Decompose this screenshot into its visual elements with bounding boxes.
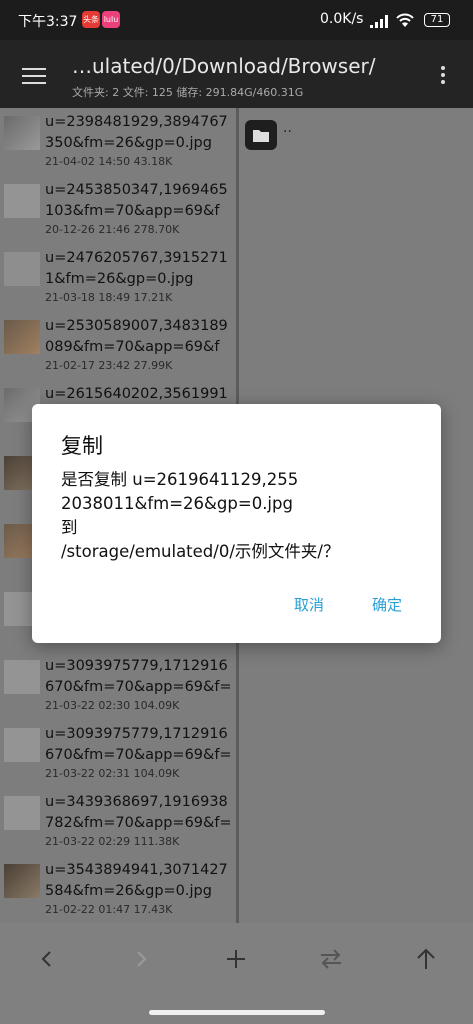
copy-dialog: 复制 是否复制 u=2619641129,255 2038011&fm=26&g…	[32, 404, 441, 643]
file-row[interactable]: u=2398481929,3894767350&fm=26&gp=0.jpg 2…	[0, 108, 236, 176]
folder-icon	[253, 130, 269, 142]
cancel-button[interactable]: 取消	[294, 594, 324, 615]
storage-stats: 文件夹: 2 文件: 125 储存: 291.84G/460.31G	[72, 86, 304, 99]
swap-panes-button[interactable]	[307, 939, 355, 979]
home-indicator[interactable]	[149, 1010, 325, 1015]
file-thumbnail	[4, 796, 40, 830]
add-icon	[227, 950, 245, 968]
file-thumbnail	[4, 728, 40, 762]
file-name: u=3439368697,1916938782&fm=70&app=69&f=J…	[45, 794, 232, 831]
swap-icon	[321, 949, 341, 969]
file-meta: 21-03-22 02:31 104.09K	[45, 767, 180, 780]
file-row[interactable]: u=3093975779,1712916670&fm=70&app=69&f=J…	[0, 652, 236, 720]
notification-app-icon: lulu	[102, 11, 120, 28]
file-meta: 21-03-22 02:29 111.38K	[45, 835, 180, 848]
file-row[interactable]: u=2453850347,1969465103&fm=70&app=69&f=……	[0, 176, 236, 244]
add-button[interactable]	[212, 939, 260, 979]
app-bar: …ulated/0/Download/Browser/ 文件夹: 2 文件: 1…	[0, 40, 473, 108]
file-row[interactable]: u=3439368697,1916938782&fm=70&app=69&f=J…	[0, 788, 236, 856]
wifi-icon	[396, 13, 414, 27]
dialog-message-line: 是否复制 u=2619641129,255	[61, 470, 299, 489]
battery-icon: 71	[424, 13, 450, 27]
back-icon	[41, 951, 51, 967]
bottom-toolbar	[0, 923, 473, 1024]
file-meta: 21-03-18 18:49 17.21K	[45, 291, 173, 304]
file-meta: 21-02-22 01:47 17.43K	[45, 903, 173, 916]
file-thumbnail	[4, 320, 40, 354]
signal-icon	[370, 15, 388, 28]
more-options-icon[interactable]	[440, 66, 446, 88]
file-thumbnail	[4, 184, 40, 218]
dialog-message-line: /storage/emulated/0/示例文件夹/？	[61, 542, 340, 561]
current-path: …ulated/0/Download/Browser/	[72, 54, 376, 78]
file-row[interactable]: u=3093975779,1712916670&fm=70&app=69&f=J…	[0, 720, 236, 788]
file-meta: 21-04-02 14:50 43.18K	[45, 155, 173, 168]
up-button[interactable]	[402, 939, 450, 979]
file-thumbnail	[4, 864, 40, 898]
file-meta: 21-03-22 02:30 104.09K	[45, 699, 180, 712]
file-row[interactable]: u=3543894941,3071427584&fm=26&gp=0.jpg 2…	[0, 856, 236, 923]
file-name: u=3543894941,3071427584&fm=26&gp=0.jpg	[45, 862, 228, 899]
file-row[interactable]: u=2476205767,3915271 1&fm=26&gp=0.jpg 21…	[0, 244, 236, 312]
file-thumbnail	[4, 116, 40, 150]
back-button[interactable]	[23, 939, 71, 979]
file-name: u=2398481929,3894767350&fm=26&gp=0.jpg	[45, 114, 228, 151]
dialog-message: 是否复制 u=2619641129,255 2038011&fm=26&gp=0…	[61, 468, 421, 564]
notification-app-icon: 头条	[82, 11, 100, 28]
file-row[interactable]: u=2530589007,3483189089&fm=70&app=69&f=……	[0, 312, 236, 380]
dialog-title: 复制	[61, 434, 103, 458]
menu-icon[interactable]	[22, 68, 46, 84]
parent-folder-label[interactable]: ..	[283, 120, 292, 136]
confirm-button[interactable]: 确定	[372, 594, 402, 615]
forward-button[interactable]	[117, 939, 165, 979]
dialog-message-line: 2038011&fm=26&gp=0.jpg	[61, 494, 293, 513]
file-thumbnail	[4, 660, 40, 694]
file-name: u=3093975779,1712916670&fm=70&app=69&f=J…	[45, 726, 232, 763]
file-meta: 21-02-17 23:42 27.99K	[45, 359, 173, 372]
network-speed: 0.0K/s	[320, 11, 364, 27]
forward-icon	[137, 951, 147, 967]
file-name: u=3093975779,1712916670&fm=70&app=69&f=J…	[45, 658, 232, 695]
up-icon	[417, 948, 435, 969]
status-time: 下午3:37	[18, 14, 78, 30]
file-name: u=2476205767,3915271 1&fm=26&gp=0.jpg	[45, 250, 228, 287]
file-thumbnail	[4, 252, 40, 286]
file-name: u=2530589007,3483189089&fm=70&app=69&f=…	[45, 318, 228, 355]
dialog-message-line: 到	[61, 518, 78, 537]
parent-folder-icon[interactable]	[245, 120, 277, 150]
file-name: u=2453850347,1969465103&fm=70&app=69&f=…	[45, 182, 228, 219]
file-meta: 20-12-26 21:46 278.70K	[45, 223, 180, 236]
status-bar: 下午3:37 头条 lulu 0.0K/s 71	[0, 0, 473, 40]
